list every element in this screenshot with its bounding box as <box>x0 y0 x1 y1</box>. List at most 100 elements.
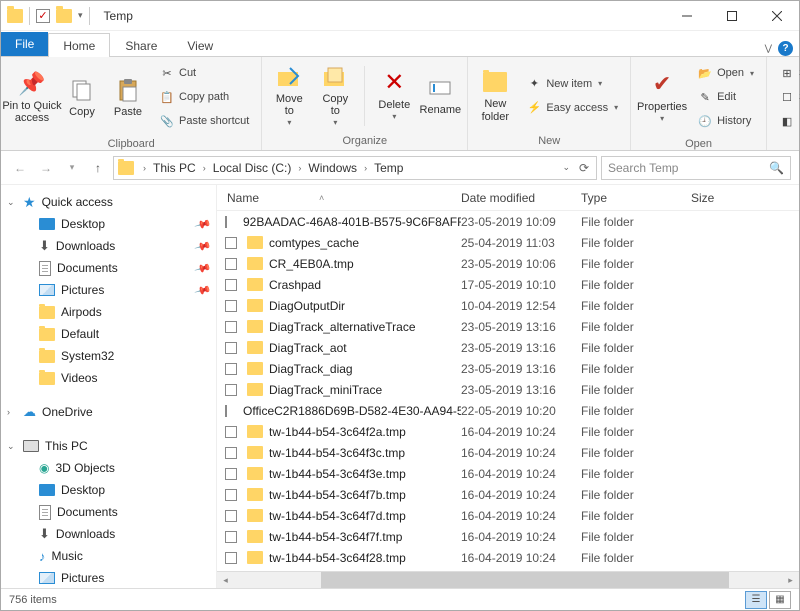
col-size[interactable]: Size <box>691 191 799 205</box>
nav-forward-button[interactable]: → <box>35 157 57 179</box>
table-row[interactable]: comtypes_cache 25-04-2019 11:03 File fol… <box>217 232 799 253</box>
table-row[interactable]: 92BAADAC-46A8-401B-B575-9C6F8AFF6... 23-… <box>217 211 799 232</box>
sidebar-quick-access[interactable]: ⌄★Quick access <box>1 191 216 213</box>
pin-quick-access-button[interactable]: 📌 Pin to Quick access <box>7 62 57 132</box>
sidebar-item[interactable]: Default <box>1 323 216 345</box>
icons-view-button[interactable]: ▦ <box>769 591 791 609</box>
sidebar-item[interactable]: Pictures📌 <box>1 279 216 301</box>
row-checkbox[interactable] <box>225 552 237 564</box>
sidebar-this-pc[interactable]: ⌄This PC <box>1 435 216 457</box>
breadcrumb-item[interactable]: Temp <box>372 161 405 175</box>
sidebar-item[interactable]: Airpods <box>1 301 216 323</box>
table-row[interactable]: CR_4EB0A.tmp 23-05-2019 10:06 File folde… <box>217 253 799 274</box>
copy-path-button[interactable]: 📋Copy path <box>155 87 253 107</box>
breadcrumb-item[interactable]: This PC <box>151 161 198 175</box>
table-row[interactable]: tw-1b44-b54-3c64f7b.tmp 16-04-2019 10:24… <box>217 484 799 505</box>
table-row[interactable]: tw-1b44-b54-3c64f7f.tmp 16-04-2019 10:24… <box>217 526 799 547</box>
invert-selection-button[interactable]: ◧Invert selection <box>775 111 800 131</box>
breadcrumb[interactable]: › This PC › Local Disc (C:) › Windows › … <box>113 156 597 180</box>
row-checkbox[interactable] <box>225 342 237 354</box>
table-row[interactable]: tw-1b44-b54-3c64f28.tmp 16-04-2019 10:24… <box>217 547 799 568</box>
table-row[interactable]: tw-1b44-b54-3c64f3e.tmp 16-04-2019 10:24… <box>217 463 799 484</box>
breadcrumb-item[interactable]: Local Disc (C:) <box>211 161 294 175</box>
rename-button[interactable]: Rename <box>419 61 461 131</box>
sidebar-item[interactable]: ♪Music <box>1 545 216 567</box>
tab-view[interactable]: View <box>172 33 228 57</box>
row-checkbox[interactable] <box>225 300 237 312</box>
table-row[interactable]: DiagOutputDir 10-04-2019 12:54 File fold… <box>217 295 799 316</box>
qat-properties-icon[interactable]: ✓ <box>36 9 50 23</box>
edit-button[interactable]: ✎Edit <box>693 87 758 107</box>
sidebar-item[interactable]: Documents📌 <box>1 257 216 279</box>
sidebar-onedrive[interactable]: ›☁OneDrive <box>1 401 216 423</box>
properties-button[interactable]: ✔ Properties▾ <box>637 62 687 132</box>
table-row[interactable]: tw-1b44-b54-3c64f7d.tmp 16-04-2019 10:24… <box>217 505 799 526</box>
col-date[interactable]: Date modified <box>461 191 581 205</box>
row-checkbox[interactable] <box>225 531 237 543</box>
select-all-button[interactable]: ⊞Select all <box>775 63 800 83</box>
col-name[interactable]: Name˄ <box>217 191 461 205</box>
table-row[interactable]: Crashpad 17-05-2019 10:10 File folder <box>217 274 799 295</box>
maximize-button[interactable] <box>709 1 754 31</box>
row-checkbox[interactable] <box>225 489 237 501</box>
sidebar-item[interactable]: Pictures <box>1 567 216 588</box>
easy-access-button[interactable]: ⚡Easy access▾ <box>522 98 622 118</box>
row-checkbox[interactable] <box>225 279 237 291</box>
table-row[interactable]: DiagTrack_aot 23-05-2019 13:16 File fold… <box>217 337 799 358</box>
open-button[interactable]: 📂Open▾ <box>693 63 758 83</box>
row-checkbox[interactable] <box>225 216 227 228</box>
table-row[interactable]: tw-1b44-b54-3c64f3c.tmp 16-04-2019 10:24… <box>217 442 799 463</box>
delete-button[interactable]: ✕ Delete▾ <box>373 61 415 131</box>
nav-back-button[interactable]: ← <box>9 157 31 179</box>
table-row[interactable]: DiagTrack_diag 23-05-2019 13:16 File fol… <box>217 358 799 379</box>
table-row[interactable]: DiagTrack_alternativeTrace 23-05-2019 13… <box>217 316 799 337</box>
row-checkbox[interactable] <box>225 237 237 249</box>
sidebar-item[interactable]: Documents <box>1 501 216 523</box>
row-checkbox[interactable] <box>225 321 237 333</box>
tab-home[interactable]: Home <box>48 33 110 57</box>
row-checkbox[interactable] <box>225 363 237 375</box>
tab-share[interactable]: Share <box>110 33 172 57</box>
table-row[interactable]: DiagTrack_miniTrace 23-05-2019 13:16 Fil… <box>217 379 799 400</box>
breadcrumb-item[interactable]: Windows <box>306 161 359 175</box>
paste-button[interactable]: Paste <box>107 62 149 132</box>
table-row[interactable]: tw-1b44-b54-3c64f2a.tmp 16-04-2019 10:24… <box>217 421 799 442</box>
sidebar-item[interactable]: System32 <box>1 345 216 367</box>
row-checkbox[interactable] <box>225 468 237 480</box>
sidebar-item[interactable]: ◉3D Objects <box>1 457 216 479</box>
close-button[interactable] <box>754 1 799 31</box>
select-none-button[interactable]: ☐Select none <box>775 87 800 107</box>
paste-shortcut-button[interactable]: 📎Paste shortcut <box>155 111 253 131</box>
horizontal-scrollbar[interactable]: ◂▸ <box>217 571 799 588</box>
search-input[interactable]: Search Temp 🔍 <box>601 156 791 180</box>
qat-folder-icon[interactable] <box>56 9 72 23</box>
sidebar-item[interactable]: Desktop <box>1 479 216 501</box>
row-checkbox[interactable] <box>225 384 237 396</box>
minimize-button[interactable] <box>664 1 709 31</box>
copy-to-button[interactable]: Copy to▾ <box>314 61 356 131</box>
row-checkbox[interactable] <box>225 447 237 459</box>
refresh-button[interactable]: ⟳ <box>576 160 592 176</box>
col-type[interactable]: Type <box>581 191 691 205</box>
sidebar-item[interactable]: ⬇Downloads <box>1 523 216 545</box>
history-button[interactable]: 🕘History <box>693 111 758 131</box>
sidebar-item[interactable]: Desktop📌 <box>1 213 216 235</box>
qat-customize-icon[interactable]: ▾ <box>78 10 83 21</box>
row-checkbox[interactable] <box>225 426 237 438</box>
minimize-ribbon-icon[interactable]: ⋁ <box>765 43 772 54</box>
new-folder-button[interactable]: New folder <box>474 61 516 131</box>
sidebar-item[interactable]: ⬇Downloads📌 <box>1 235 216 257</box>
row-checkbox[interactable] <box>225 510 237 522</box>
cut-button[interactable]: ✂Cut <box>155 63 253 83</box>
table-row[interactable]: OfficeC2R1886D69B-D582-4E30-AA94-53... 2… <box>217 400 799 421</box>
new-item-button[interactable]: ✦New item▾ <box>522 74 622 94</box>
nav-history-dropdown[interactable]: ▾ <box>61 157 83 179</box>
details-view-button[interactable]: ☰ <box>745 591 767 609</box>
row-checkbox[interactable] <box>225 405 227 417</box>
tab-file[interactable]: File <box>1 32 48 56</box>
nav-up-button[interactable]: ↑ <box>87 157 109 179</box>
row-checkbox[interactable] <box>225 258 237 270</box>
help-icon[interactable]: ? <box>778 41 793 56</box>
copy-button[interactable]: Copy <box>61 62 103 132</box>
breadcrumb-dropdown-icon[interactable]: ⌄ <box>562 162 570 173</box>
